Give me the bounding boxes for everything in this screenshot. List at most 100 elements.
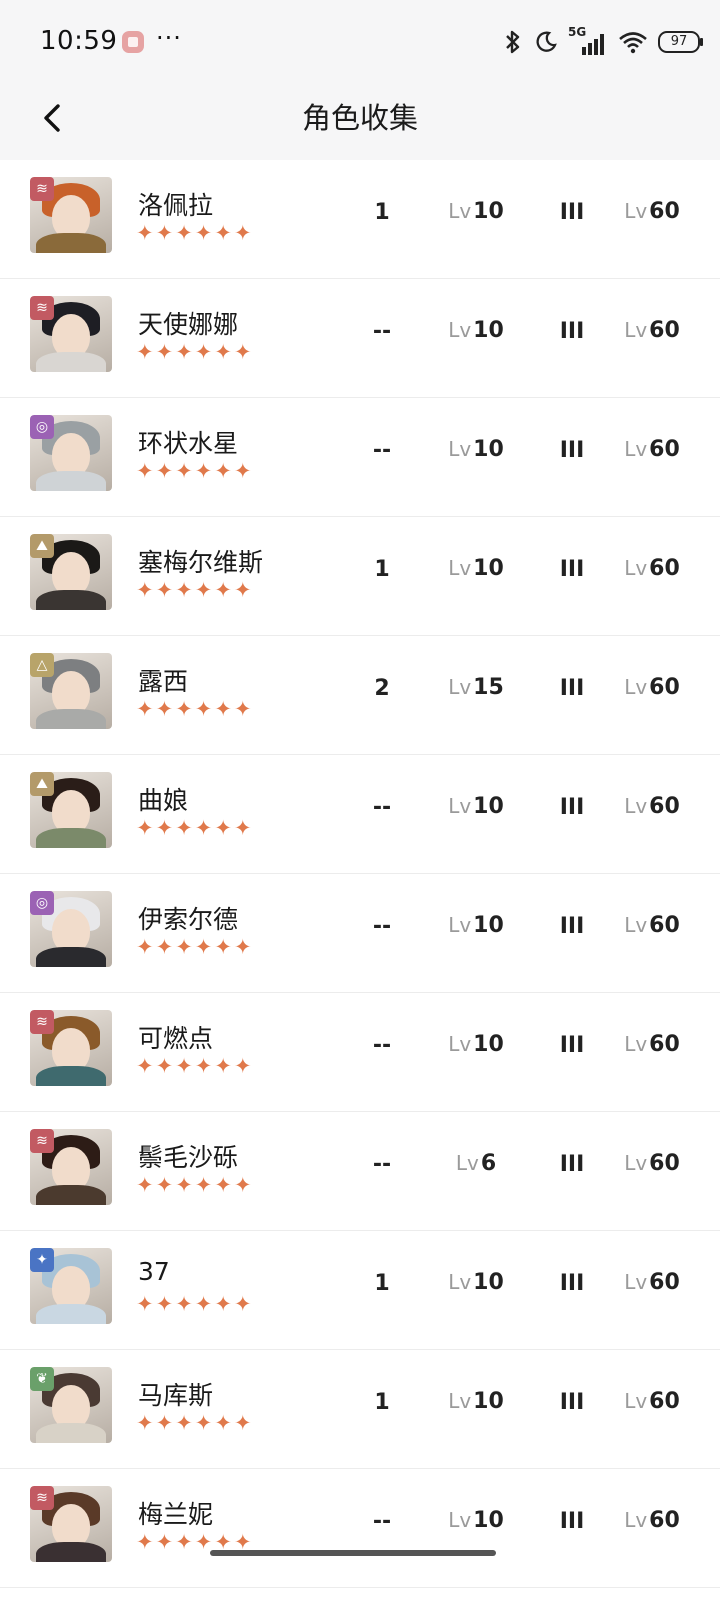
max-level-value: Lv60 (606, 1508, 698, 1533)
home-indicator[interactable] (210, 1550, 496, 1556)
max-level-value: Lv60 (606, 913, 698, 938)
character-row[interactable]: ≋ 梅兰妮 ✦✦✦✦✦✦ -- Lv10 III Lv60 (0, 1469, 720, 1588)
max-level-number: 60 (649, 1270, 680, 1295)
character-avatar: ≋ (30, 177, 112, 253)
level-number: 10 (473, 1032, 504, 1057)
level-value: Lv10 (430, 1508, 522, 1533)
max-level-number: 60 (649, 556, 680, 581)
level-prefix: Lv (448, 1508, 472, 1532)
level-number: 10 (473, 437, 504, 462)
level-prefix: Lv (448, 1032, 472, 1056)
status-icons: 5G 97 (502, 25, 703, 59)
network-type-label: 5G (568, 25, 587, 39)
character-avatar: ≋ (30, 1129, 112, 1205)
level-number: 6 (480, 1151, 497, 1176)
character-row[interactable]: ≋ 洛佩拉 ✦✦✦✦✦✦ 1 Lv10 III Lv60 (0, 160, 720, 279)
rarity-stars: ✦✦✦✦✦✦ (136, 816, 254, 840)
level-number: 10 (473, 556, 504, 581)
rank-value: -- (372, 795, 392, 820)
character-avatar: ✦ (30, 1248, 112, 1324)
character-avatar: ❦ (30, 1367, 112, 1443)
level-prefix: Lv (624, 1508, 648, 1532)
max-level-value: Lv60 (606, 1389, 698, 1414)
character-row[interactable]: ≋ 鬃毛沙砾 ✦✦✦✦✦✦ -- Lv6 III Lv60 (0, 1112, 720, 1231)
character-avatar: ◎ (30, 415, 112, 491)
level-prefix: Lv (624, 1032, 648, 1056)
character-avatar: ◎ (30, 891, 112, 967)
level-prefix: Lv (448, 437, 472, 461)
character-row[interactable]: ✦ 37 ✦✦✦✦✦✦ 1 Lv10 III Lv60 (0, 1231, 720, 1350)
rank-value: -- (372, 1033, 392, 1058)
level-number: 10 (473, 913, 504, 938)
arcanist-triangle-icon: △ (30, 653, 54, 677)
rank-value: -- (372, 1152, 392, 1177)
level-value: Lv10 (430, 1032, 522, 1057)
rank-value: -- (372, 914, 392, 939)
character-row[interactable]: ◎ 伊索尔德 ✦✦✦✦✦✦ -- Lv10 III Lv60 (0, 874, 720, 993)
rank-value: 1 (374, 200, 390, 225)
insight-tier: III (559, 319, 585, 344)
max-level-number: 60 (649, 1508, 680, 1533)
level-prefix: Lv (624, 675, 648, 699)
status-time: 10:59 (40, 26, 118, 56)
level-prefix: Lv (624, 1270, 648, 1294)
cellular-signal-icon: 5G (568, 25, 608, 55)
max-level-number: 60 (649, 675, 680, 700)
level-prefix: Lv (448, 318, 472, 342)
character-row[interactable]: ◎ 环状水星 ✦✦✦✦✦✦ -- Lv10 III Lv60 (0, 398, 720, 517)
level-prefix: Lv (448, 556, 472, 580)
character-name: 天使娜娜 (138, 310, 239, 339)
character-row[interactable]: ⛰ 塞梅尔维斯 ✦✦✦✦✦✦ 1 Lv10 III Lv60 (0, 517, 720, 636)
rarity-stars: ✦✦✦✦✦✦ (136, 1292, 254, 1316)
character-row[interactable]: △ 露西 ✦✦✦✦✦✦ 2 Lv15 III Lv60 (0, 636, 720, 755)
max-level-number: 60 (649, 794, 680, 819)
level-prefix: Lv (455, 1151, 479, 1175)
max-level-value: Lv60 (606, 556, 698, 581)
status-bar: 10:59 ··· 5G 97 (0, 0, 720, 82)
rarity-stars: ✦✦✦✦✦✦ (136, 1173, 254, 1197)
character-row[interactable]: ≋ 天使娜娜 ✦✦✦✦✦✦ -- Lv10 III Lv60 (0, 279, 720, 398)
arcanist-leaf-icon: ❦ (30, 1367, 54, 1391)
max-level-number: 60 (649, 199, 680, 224)
character-name: 伊索尔德 (138, 905, 239, 934)
max-level-value: Lv60 (606, 794, 698, 819)
max-level-value: Lv60 (606, 1270, 698, 1295)
character-name: 环状水星 (138, 429, 239, 458)
character-avatar: ≋ (30, 1486, 112, 1562)
bluetooth-icon (506, 30, 520, 54)
level-prefix: Lv (624, 1151, 648, 1175)
level-prefix: Lv (624, 1389, 648, 1413)
character-name: 梅兰妮 (138, 1500, 214, 1529)
nav-bar: 角色收集 (0, 82, 720, 160)
insight-tier: III (559, 676, 585, 701)
character-row[interactable]: ≋ 可燃点 ✦✦✦✦✦✦ -- Lv10 III Lv60 (0, 993, 720, 1112)
arcanist-mineral-icon: ⛰ (30, 534, 54, 558)
level-prefix: Lv (624, 318, 648, 342)
character-name: 鬃毛沙砾 (138, 1143, 239, 1172)
character-row[interactable]: ⛰ 曲娘 ✦✦✦✦✦✦ -- Lv10 III Lv60 (0, 755, 720, 874)
character-avatar: △ (30, 653, 112, 729)
insight-tier: III (559, 1033, 585, 1058)
max-level-number: 60 (649, 1032, 680, 1057)
level-prefix: Lv (448, 199, 472, 223)
level-value: Lv10 (430, 1389, 522, 1414)
insight-tier: III (559, 795, 585, 820)
character-row[interactable]: ❦ 马库斯 ✦✦✦✦✦✦ 1 Lv10 III Lv60 (0, 1350, 720, 1469)
rank-value: 1 (374, 1390, 390, 1415)
level-value: Lv10 (430, 556, 522, 581)
level-value: Lv10 (430, 913, 522, 938)
insight-tier: III (559, 914, 585, 939)
rank-value: -- (372, 1509, 392, 1534)
character-name: 37 (138, 1257, 170, 1286)
insight-tier: III (559, 1509, 585, 1534)
character-list: ≋ 洛佩拉 ✦✦✦✦✦✦ 1 Lv10 III Lv60 ≋ 天使娜娜 ✦✦✦✦… (0, 160, 720, 1588)
insight-tier: III (559, 438, 585, 463)
insight-tier: III (559, 1271, 585, 1296)
arcanist-ring-icon: ◎ (30, 415, 54, 439)
rarity-stars: ✦✦✦✦✦✦ (136, 221, 254, 245)
more-notifications-icon: ··· (156, 24, 182, 52)
battery-icon: 97 (658, 31, 703, 53)
arcanist-mineral-icon: ⛰ (30, 772, 54, 796)
level-prefix: Lv (624, 556, 648, 580)
max-level-number: 60 (649, 1389, 680, 1414)
